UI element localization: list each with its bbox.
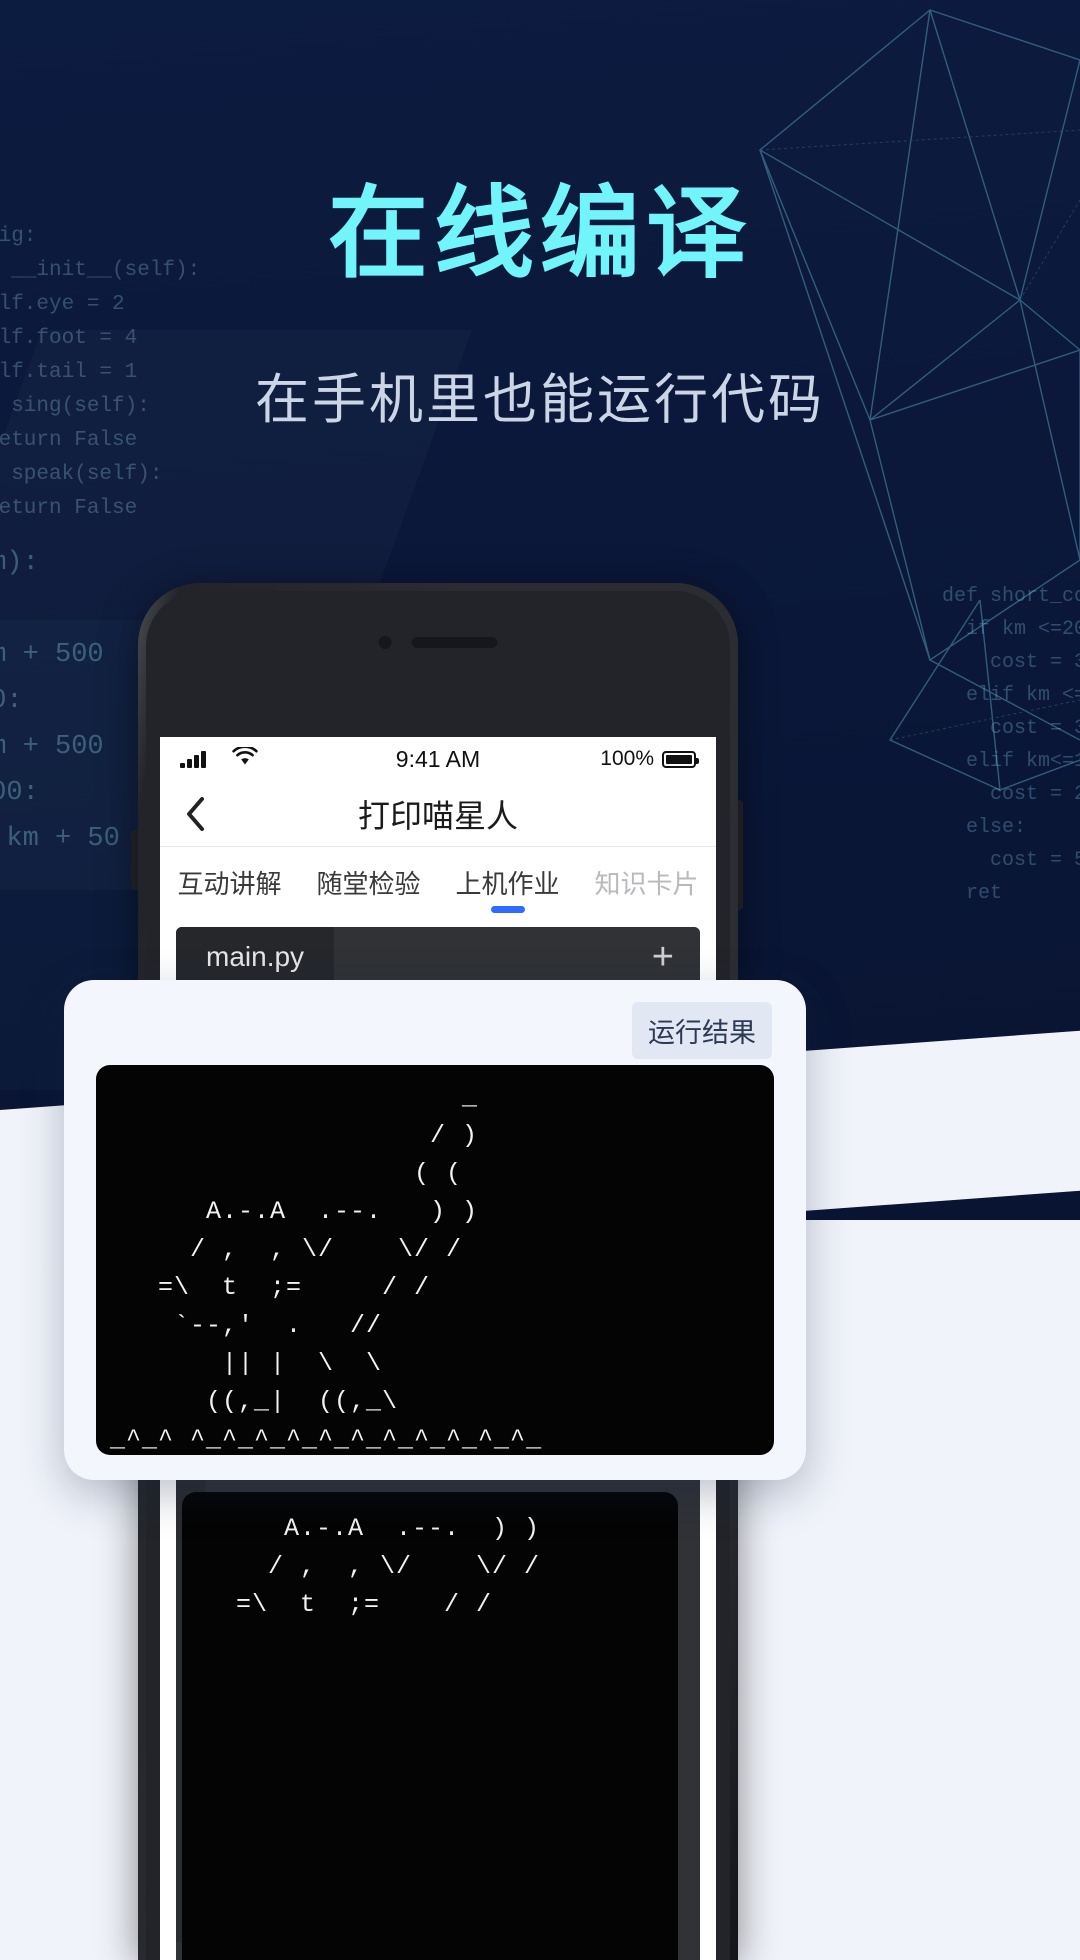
page-subtitle: 在手机里也能运行代码 <box>255 370 825 430</box>
editor-file-tab-main-py[interactable]: main.py <box>176 927 335 987</box>
tab-label: 知识卡片 <box>594 868 699 899</box>
tab-quiz[interactable]: 随堂检验 <box>299 864 438 901</box>
tab-bar: 互动讲解 随堂检验 上机作业 知识卡片 <box>160 847 716 917</box>
tab-label: 随堂检验 <box>316 868 421 899</box>
tab-label: 上机作业 <box>455 868 560 899</box>
tab-active-indicator <box>490 905 525 913</box>
plus-icon[interactable]: + <box>626 927 700 987</box>
status-bar: 9:41 AM 100% <box>160 737 716 781</box>
battery-full-icon <box>662 750 699 768</box>
run-result-card: 运行结果 _ / ) ( ( A.-.A .--. ) ) / , , \/ \… <box>64 980 806 1480</box>
tab-interactive-lesson[interactable]: 互动讲解 <box>160 864 299 901</box>
tab-knowledge-cards[interactable]: 知识卡片 <box>577 864 716 901</box>
terminal-output: _ / ) ( ( A.-.A .--. ) ) / , , \/ \/ / =… <box>96 1065 774 1455</box>
navbar: 打印喵星人 <box>160 781 716 847</box>
terminal-output-lower-text: A.-.A .--. ) ) / , , \/ \/ / =\ t ;= / / <box>236 1514 541 1619</box>
status-badge: 运行结果 <box>632 1002 772 1059</box>
tab-coding-exercise[interactable]: 上机作业 <box>438 864 577 913</box>
terminal-output-text: _ / ) ( ( A.-.A .--. ) ) / , , \/ \/ / =… <box>110 1083 543 1454</box>
earpiece-icon <box>411 637 498 648</box>
editor-tab-bar: main.py + <box>176 927 700 987</box>
tab-label: 互动讲解 <box>177 868 282 899</box>
page-header-title: 打印喵星人 <box>357 797 518 834</box>
phone-speaker-grille <box>378 636 498 649</box>
page-title: 在线编译 <box>328 178 752 290</box>
editor-file-tab-label: main.py <box>206 941 305 972</box>
promo-screenshot: Pig: __init__(self): elf.eye = 2 elf.foo… <box>0 0 1080 1960</box>
phone-side-button-left <box>131 830 138 890</box>
terminal-output-lower: A.-.A .--. ) ) / , , \/ \/ / =\ t ;= / / <box>182 1492 678 1960</box>
status-bar-time: 9:41 AM <box>395 745 481 772</box>
front-camera-icon <box>378 636 392 649</box>
